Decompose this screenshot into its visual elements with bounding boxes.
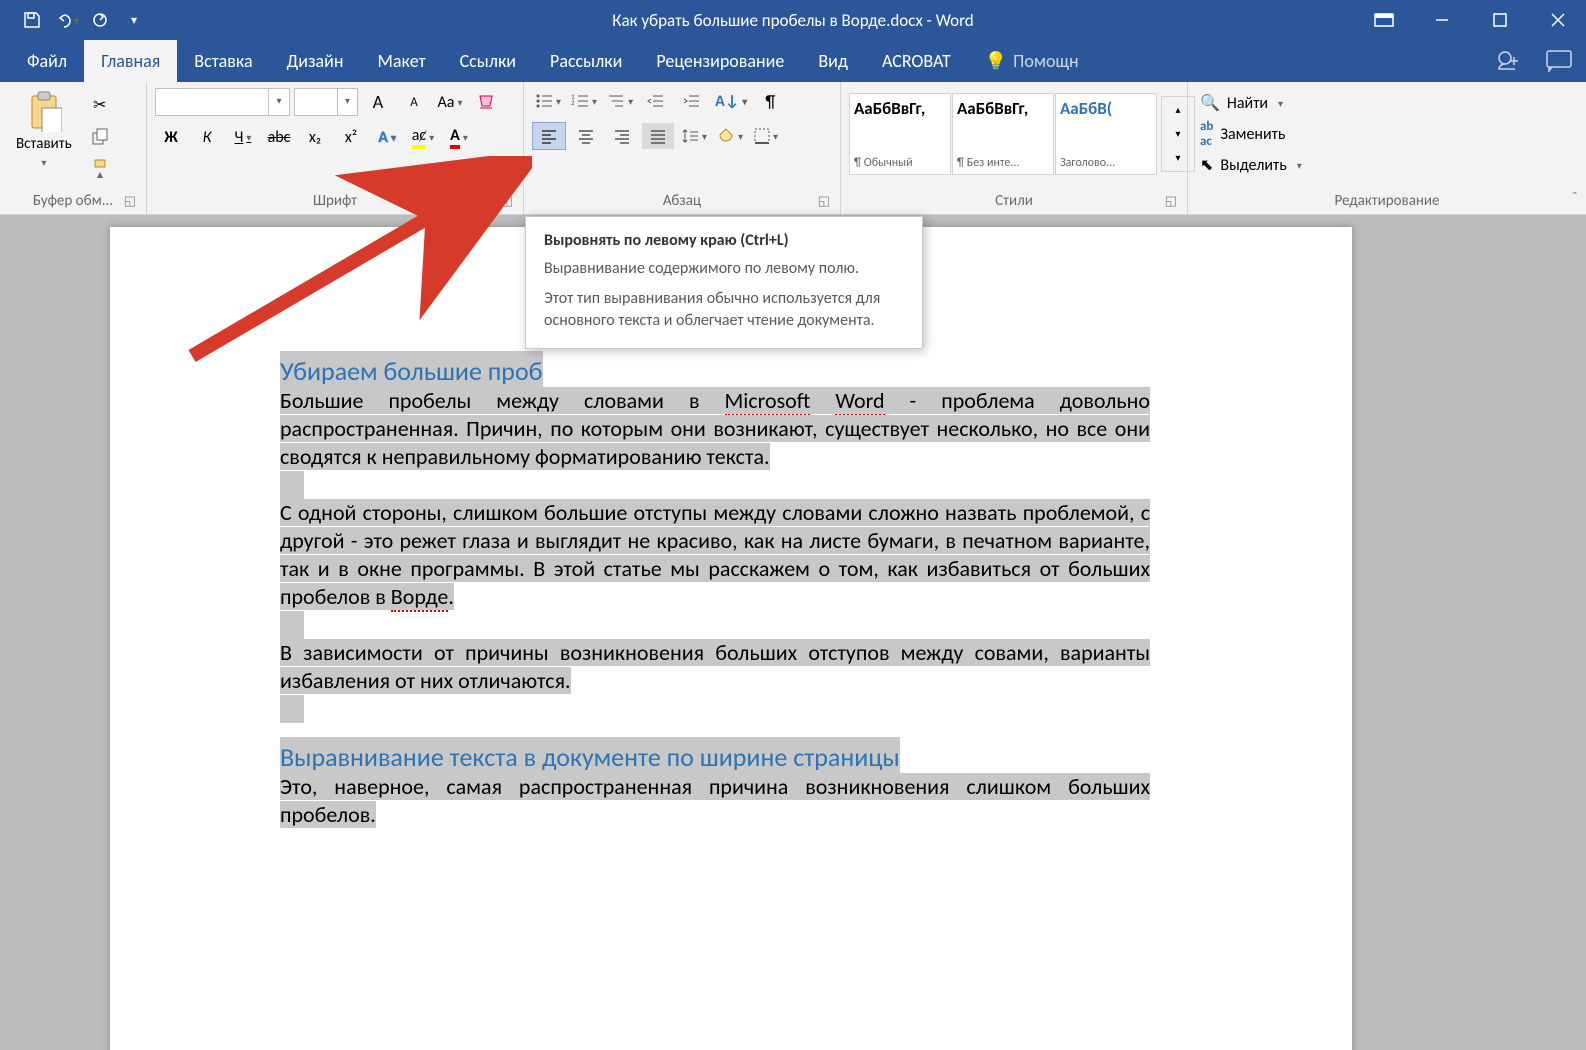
collapse-ribbon-icon[interactable]: ˆ	[1572, 189, 1578, 208]
minimize-icon[interactable]	[1414, 0, 1470, 40]
highlight-icon[interactable]: aȼ	[407, 124, 439, 150]
ribbon-display-icon[interactable]	[1356, 0, 1412, 40]
maximize-icon[interactable]	[1472, 0, 1528, 40]
tab-review[interactable]: Рецензирование	[639, 40, 801, 82]
tab-home[interactable]: Главная	[84, 40, 177, 82]
decrease-indent-icon[interactable]	[640, 88, 672, 114]
tab-acrobat[interactable]: ACROBAT	[865, 40, 968, 82]
styles-label: Стили	[995, 192, 1033, 210]
group-styles: АаБбВвГг,¶ Обычный АаБбВвГг,¶ Без инте..…	[841, 82, 1188, 214]
tab-references[interactable]: Ссылки	[443, 40, 533, 82]
doc-para-2[interactable]: С одной стороны, слишком большие отступы…	[280, 499, 1150, 611]
undo-icon[interactable]	[52, 6, 80, 34]
format-painter-icon[interactable]	[84, 156, 116, 182]
tab-mailings[interactable]: Рассылки	[533, 40, 639, 82]
close-icon[interactable]	[1530, 0, 1586, 40]
grow-font-icon[interactable]: A	[362, 89, 394, 115]
doc-blank-3[interactable]	[280, 695, 304, 723]
select-button[interactable]: ⬉Выделить	[1196, 154, 1578, 176]
underline-button[interactable]: Ч	[227, 124, 259, 150]
save-icon[interactable]	[18, 6, 46, 34]
multilevel-icon[interactable]	[604, 88, 636, 114]
increase-indent-icon[interactable]	[676, 88, 708, 114]
copy-icon[interactable]	[84, 124, 116, 150]
tab-design[interactable]: Дизайн	[270, 40, 361, 82]
doc-blank-1[interactable]	[280, 471, 304, 499]
font-size-combo[interactable]: ▾	[294, 88, 358, 116]
find-button[interactable]: 🔍Найти	[1196, 92, 1578, 114]
paste-button[interactable]: Вставить ▾	[8, 88, 80, 171]
tooltip-title: Выровнять по левому краю (Ctrl+L)	[544, 231, 904, 250]
align-center-button[interactable]	[570, 123, 602, 149]
replace-button[interactable]: abacЗаменить	[1196, 118, 1578, 150]
superscript-button[interactable]: x²	[335, 124, 367, 150]
clear-formatting-icon[interactable]	[470, 89, 502, 115]
group-clipboard: Вставить ▾ ✂ Буфер обм... ◱	[0, 82, 147, 214]
styles-launcher-icon[interactable]: ◱	[1165, 194, 1177, 209]
doc-para-4[interactable]: Это, наверное, самая распространенная пр…	[280, 773, 1150, 829]
clipboard-launcher-icon[interactable]: ◱	[124, 194, 136, 209]
tooltip-line1: Выравнивание содержимого по левому полю.	[544, 258, 904, 280]
doc-heading2[interactable]: Выравнивание текста в документе по ширин…	[280, 737, 900, 777]
clipboard-label: Буфер обм...	[33, 192, 113, 210]
doc-blank-2[interactable]	[280, 611, 304, 639]
svg-text:2: 2	[571, 98, 575, 107]
style-no-spacing[interactable]: АаБбВвГг,¶ Без инте...	[952, 93, 1054, 175]
tooltip-line2: Этот тип выравнивания обычно используетс…	[544, 288, 904, 332]
tab-layout[interactable]: Макет	[361, 40, 443, 82]
numbering-icon[interactable]: 12	[568, 88, 600, 114]
sort-icon[interactable]: A↓	[712, 88, 750, 114]
align-right-button[interactable]	[606, 123, 638, 149]
document-body[interactable]: Убираем большие проб Большие пробелы меж…	[280, 355, 1150, 829]
paragraph-label: Абзац	[663, 192, 701, 210]
redo-icon[interactable]	[86, 6, 114, 34]
show-marks-icon[interactable]: ¶	[754, 88, 786, 114]
group-paragraph: 12 A↓ ¶ Абзац ◱	[524, 82, 841, 214]
change-case-icon[interactable]: Aa	[434, 89, 466, 115]
style-heading1[interactable]: АаБбВ(Заголово...	[1055, 93, 1157, 175]
text-effects-icon[interactable]: A	[371, 124, 403, 150]
borders-icon[interactable]	[750, 123, 782, 149]
tab-view[interactable]: Вид	[801, 40, 865, 82]
font-family-combo[interactable]: ▾	[155, 88, 290, 116]
cut-icon[interactable]: ✂	[84, 92, 116, 118]
shrink-font-icon[interactable]: A	[398, 89, 430, 115]
titlebar: ▾ Как убрать большие пробелы в Ворде.doc…	[0, 0, 1586, 40]
italic-button[interactable]: К	[191, 124, 223, 150]
menubar: Файл Главная Вставка Дизайн Макет Ссылки…	[0, 40, 1586, 82]
window-title: Как убрать большие пробелы в Ворде.docx …	[612, 10, 973, 31]
justify-button[interactable]	[642, 123, 674, 149]
font-color-icon[interactable]: A	[443, 124, 475, 150]
editing-label: Редактирование	[1335, 192, 1440, 210]
tab-file[interactable]: Файл	[10, 40, 84, 82]
group-editing: 🔍Найти abacЗаменить ⬉Выделить Редактиров…	[1188, 82, 1586, 214]
tab-insert[interactable]: Вставка	[177, 40, 269, 82]
doc-para-3[interactable]: В зависимости от причины возникновения б…	[280, 639, 1150, 695]
line-spacing-icon[interactable]	[678, 123, 710, 149]
shading-icon[interactable]	[714, 123, 746, 149]
comments-icon[interactable]	[1546, 50, 1572, 72]
bold-button[interactable]: Ж	[155, 124, 187, 150]
tell-me[interactable]: 💡Помощн	[968, 40, 1096, 82]
bullets-icon[interactable]	[532, 88, 564, 114]
share-icon[interactable]	[1496, 49, 1520, 73]
style-normal[interactable]: АаБбВвГг,¶ Обычный	[849, 93, 951, 175]
paragraph-launcher-icon[interactable]: ◱	[818, 194, 830, 209]
strike-button[interactable]: abc	[263, 124, 295, 150]
subscript-button[interactable]: x₂	[299, 124, 331, 150]
doc-para-1[interactable]: Большие пробелы между словами в Microsof…	[280, 387, 1150, 471]
align-left-button[interactable]	[532, 122, 566, 150]
qat-more-icon[interactable]: ▾	[120, 6, 148, 34]
tooltip-align-left: Выровнять по левому краю (Ctrl+L) Выравн…	[525, 216, 923, 349]
paste-label: Вставить	[16, 135, 72, 153]
annotation-arrow-icon	[172, 156, 532, 376]
